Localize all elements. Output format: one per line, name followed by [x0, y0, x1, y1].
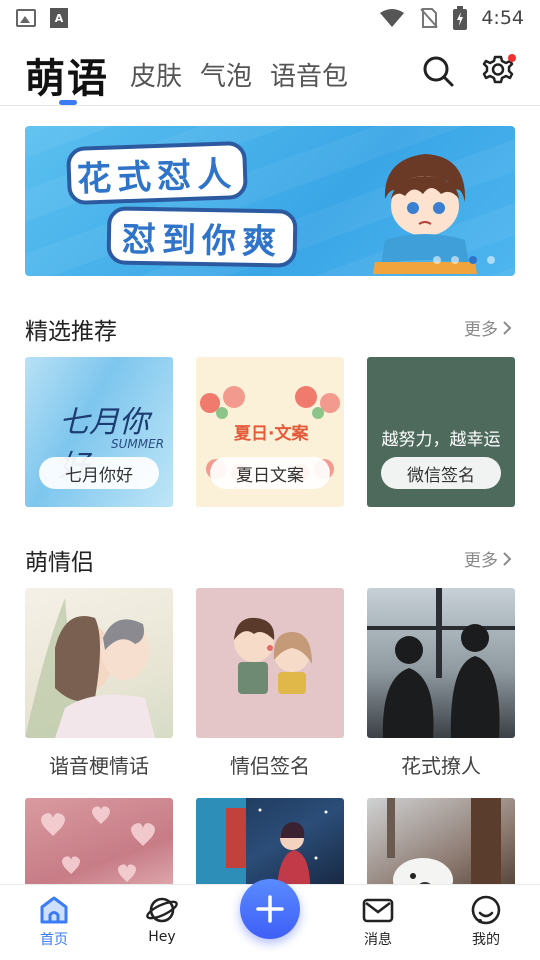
search-icon[interactable]: [421, 54, 455, 88]
more-link-couple[interactable]: 更多: [464, 546, 512, 571]
couple-card-couple-sign[interactable]: [196, 588, 344, 738]
section-title-couple: 萌情侣: [25, 550, 94, 576]
more-label: 更多: [464, 551, 498, 571]
battery-charging-icon: [453, 6, 468, 30]
card-label: 夏日文案: [210, 457, 330, 489]
card-label: 七月你好: [39, 457, 159, 489]
silhouette-couple-photo: [367, 588, 515, 738]
tab-skin[interactable]: 皮肤: [130, 56, 182, 93]
hearts-bokeh-image: [41, 806, 155, 882]
nav-hey[interactable]: Hey: [132, 895, 192, 945]
nav-me[interactable]: 我的: [456, 895, 516, 949]
card-image-text: 越努力，越幸运: [381, 430, 501, 450]
couple-card-flirt[interactable]: [367, 588, 515, 738]
banner-line-1: 花式怼人: [66, 140, 248, 206]
nav-label: 我的: [472, 932, 500, 948]
nav-label: 消息: [364, 932, 392, 948]
home-icon: [40, 896, 68, 924]
chevron-right-icon: [503, 551, 512, 566]
card-image-subtext: SUMMER: [111, 437, 165, 451]
card-hearts-image[interactable]: [25, 798, 173, 898]
mail-icon: [362, 898, 394, 923]
top-tab-bar: 萌语 皮肤 气泡 语音包: [0, 40, 540, 106]
card-dog-snow-image[interactable]: [367, 798, 515, 898]
couple-card-caption[interactable]: 谐音梗情话: [25, 750, 173, 779]
no-sim-icon: [420, 8, 439, 28]
notification-dot: [508, 54, 516, 62]
nav-home[interactable]: 首页: [24, 895, 84, 949]
nav-label: Hey: [148, 929, 176, 945]
nav-label: 首页: [40, 932, 68, 948]
couple-card-pun-love[interactable]: [25, 588, 173, 738]
planet-icon: [146, 897, 178, 923]
tab-mengyu[interactable]: 萌语: [25, 46, 109, 104]
tab-bubble[interactable]: 气泡: [200, 56, 252, 93]
smiley-icon: [471, 895, 501, 925]
featured-card-july[interactable]: 七月你好 SUMMER 七月你好: [25, 357, 173, 507]
dog-in-snow-image: [387, 798, 501, 898]
couple-card-caption[interactable]: 情侣签名: [196, 750, 344, 779]
couple-illustration: [25, 598, 155, 738]
more-link-featured[interactable]: 更多: [464, 315, 512, 340]
promo-banner[interactable]: 花式怼人 怼到你爽: [25, 126, 515, 276]
nav-messages[interactable]: 消息: [348, 895, 408, 949]
more-label: 更多: [464, 320, 498, 340]
add-button[interactable]: [240, 879, 300, 939]
banner-line-2: 怼到你爽: [106, 206, 298, 268]
tab-voice-pack[interactable]: 语音包: [270, 56, 348, 93]
cartoon-couple-illustration: [234, 617, 312, 694]
wifi-icon: [380, 9, 405, 27]
status-time: 4:54: [481, 7, 524, 29]
section-title-featured: 精选推荐: [25, 319, 117, 345]
banner-page-indicator: [433, 256, 495, 264]
active-tab-indicator: [59, 100, 77, 105]
a-icon: A: [50, 8, 68, 28]
featured-card-wechat-sign[interactable]: 越努力，越幸运 微信签名: [367, 357, 515, 507]
featured-card-summer-copy[interactable]: 夏日·文案 夏日文案: [196, 357, 344, 507]
card-image-text: 夏日·文案: [234, 424, 309, 444]
card-label: 微信签名: [381, 457, 501, 489]
chevron-right-icon: [503, 320, 512, 335]
plus-icon: [256, 895, 284, 923]
anime-character-illustration: [373, 154, 477, 274]
couple-card-caption[interactable]: 花式撩人: [367, 750, 515, 779]
image-icon: [16, 9, 36, 27]
status-bar: A 4:54: [0, 0, 540, 36]
